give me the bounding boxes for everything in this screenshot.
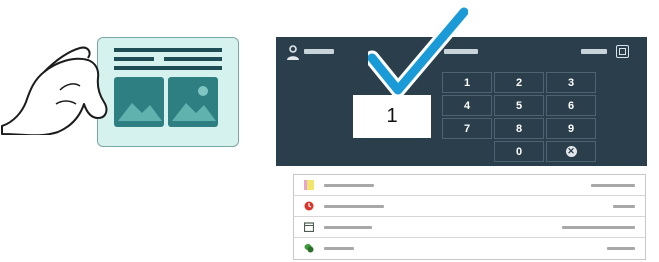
key-9[interactable]: 9 (546, 118, 596, 139)
document-text-line (164, 57, 222, 61)
clock-icon (304, 201, 314, 211)
item-value-placeholder (613, 205, 635, 208)
item-label-placeholder (324, 205, 384, 208)
header-text-placeholder (581, 49, 607, 54)
document-illustration (0, 0, 250, 160)
list-item[interactable] (294, 196, 645, 217)
checkmark-icon (368, 6, 468, 98)
key-4[interactable]: 4 (442, 95, 492, 116)
user-icon[interactable] (286, 45, 300, 61)
job-list (293, 174, 646, 260)
document-text-line (114, 48, 222, 52)
calendar-icon (304, 222, 314, 232)
photo-thumbnail (114, 77, 164, 127)
user-name-placeholder (304, 49, 334, 54)
key-8[interactable]: 8 (494, 118, 544, 139)
list-item[interactable] (294, 217, 645, 238)
key-3[interactable]: 3 (546, 72, 596, 93)
hand-icon (1, 46, 108, 135)
cancel-button[interactable]: ✕ (546, 141, 596, 162)
key-7[interactable]: 7 (442, 118, 492, 139)
item-value-placeholder (562, 226, 635, 229)
key-6[interactable]: 6 (546, 95, 596, 116)
cancel-icon: ✕ (565, 146, 577, 157)
document-text-line (114, 66, 222, 70)
note-icon (304, 180, 314, 190)
item-label-placeholder (324, 226, 372, 229)
item-label-placeholder (324, 247, 354, 250)
clear-icon[interactable] (616, 45, 629, 58)
document-text-line (114, 57, 154, 61)
key-0[interactable]: 0 (494, 141, 544, 162)
key-5[interactable]: 5 (494, 95, 544, 116)
item-value-placeholder (591, 184, 635, 187)
item-label-placeholder (324, 184, 374, 187)
leaf-icon (304, 244, 314, 253)
list-item[interactable] (294, 238, 645, 259)
key-2[interactable]: 2 (494, 72, 544, 93)
item-value-placeholder (607, 247, 635, 250)
photo-thumbnail (168, 77, 218, 127)
list-item[interactable] (294, 175, 645, 196)
quantity-display[interactable]: 1 (353, 95, 431, 138)
